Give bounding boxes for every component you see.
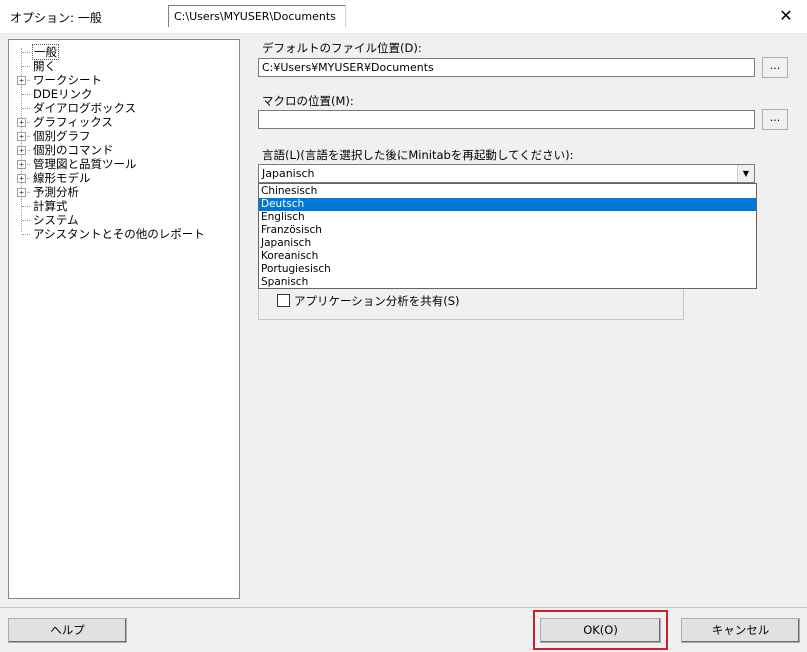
language-option[interactable]: Englisch [259,211,756,224]
tree-connector [22,206,30,207]
close-icon[interactable]: ✕ [776,6,796,26]
tree-connector [22,108,30,109]
language-option[interactable]: Spanisch [259,276,756,289]
ok-highlight-box [533,610,668,650]
expand-plus-icon[interactable]: + [17,188,26,197]
path-tab[interactable]: C:\Users\MYUSER\Documents [168,5,346,27]
tree-connector [22,66,30,67]
macro-location-input[interactable] [258,110,755,129]
tree-item-label: 一般 [32,44,59,60]
language-label: 言語(L)(言語を選択した後にMinitabを再起動してください): [262,148,574,162]
tree-connector [22,94,30,95]
expand-plus-icon[interactable]: + [17,76,26,85]
expand-plus-icon[interactable]: + [17,174,26,183]
tree-item-label: 管理図と品質ツール [33,157,137,171]
tree-item-label: グラフィックス [33,115,113,129]
tree-item-label: アシスタントとその他のレポート [33,227,205,241]
tree-item-label: 個別のコマンド [33,143,114,157]
default-file-browse-button[interactable]: ... [762,57,788,78]
tree-item-label: ワークシート [33,73,102,87]
expand-plus-icon[interactable]: + [17,118,26,127]
language-select[interactable]: Japanisch [258,164,755,183]
default-file-label: デフォルトのファイル位置(D): [262,41,422,55]
language-option[interactable]: Japanisch [259,237,756,250]
tree-item-label: 個別グラフ [33,129,91,143]
default-file-input[interactable]: C:¥Users¥MYUSER¥Documents [258,58,755,77]
language-dropdown-list[interactable]: Chinesisch Deutsch Englisch Französisch Japa… [258,183,757,289]
share-analytics-label[interactable]: アプリケーション分析を共有(S) [294,293,460,309]
language-option[interactable]: Koreanisch [259,250,756,263]
tree-connector [22,52,30,53]
footer-separator [0,607,807,608]
tree-item-label: 予測分析 [33,185,79,199]
cancel-button[interactable]: キャンセル [681,618,800,643]
tree-item-label: 開く [33,59,56,73]
expand-plus-icon[interactable]: + [17,146,26,155]
tree-item-label: 計算式 [33,199,68,213]
tree-item-label: DDEリンク [33,87,93,101]
tree-item-label: システム [33,213,79,227]
language-option[interactable]: Portugiesisch [259,263,756,276]
tree-connector [22,234,30,235]
chevron-down-icon[interactable]: ▼ [737,165,754,182]
language-option[interactable]: Deutsch [259,198,756,211]
options-tree[interactable]: 一般 開く + ワークシート DDEリンク ダイアログボックス + グラフィックス + 個別グラフ… [8,39,240,599]
share-analytics-checkbox[interactable] [277,294,290,307]
tree-connector [22,220,30,221]
expand-plus-icon[interactable]: + [17,160,26,169]
language-option[interactable]: Chinesisch [259,185,756,198]
macro-location-label: マクロの位置(M): [262,94,354,108]
language-option[interactable]: Französisch [259,224,756,237]
help-button[interactable]: ヘルプ [8,618,127,643]
tree-item-label: ダイアログボックス [33,101,137,115]
tree-item-label: 線形モデル [33,171,91,185]
title-bar [0,0,807,34]
expand-plus-icon[interactable]: + [17,132,26,141]
window-title: オプション: 一般 [10,11,102,25]
macro-location-browse-button[interactable]: ... [762,109,788,130]
